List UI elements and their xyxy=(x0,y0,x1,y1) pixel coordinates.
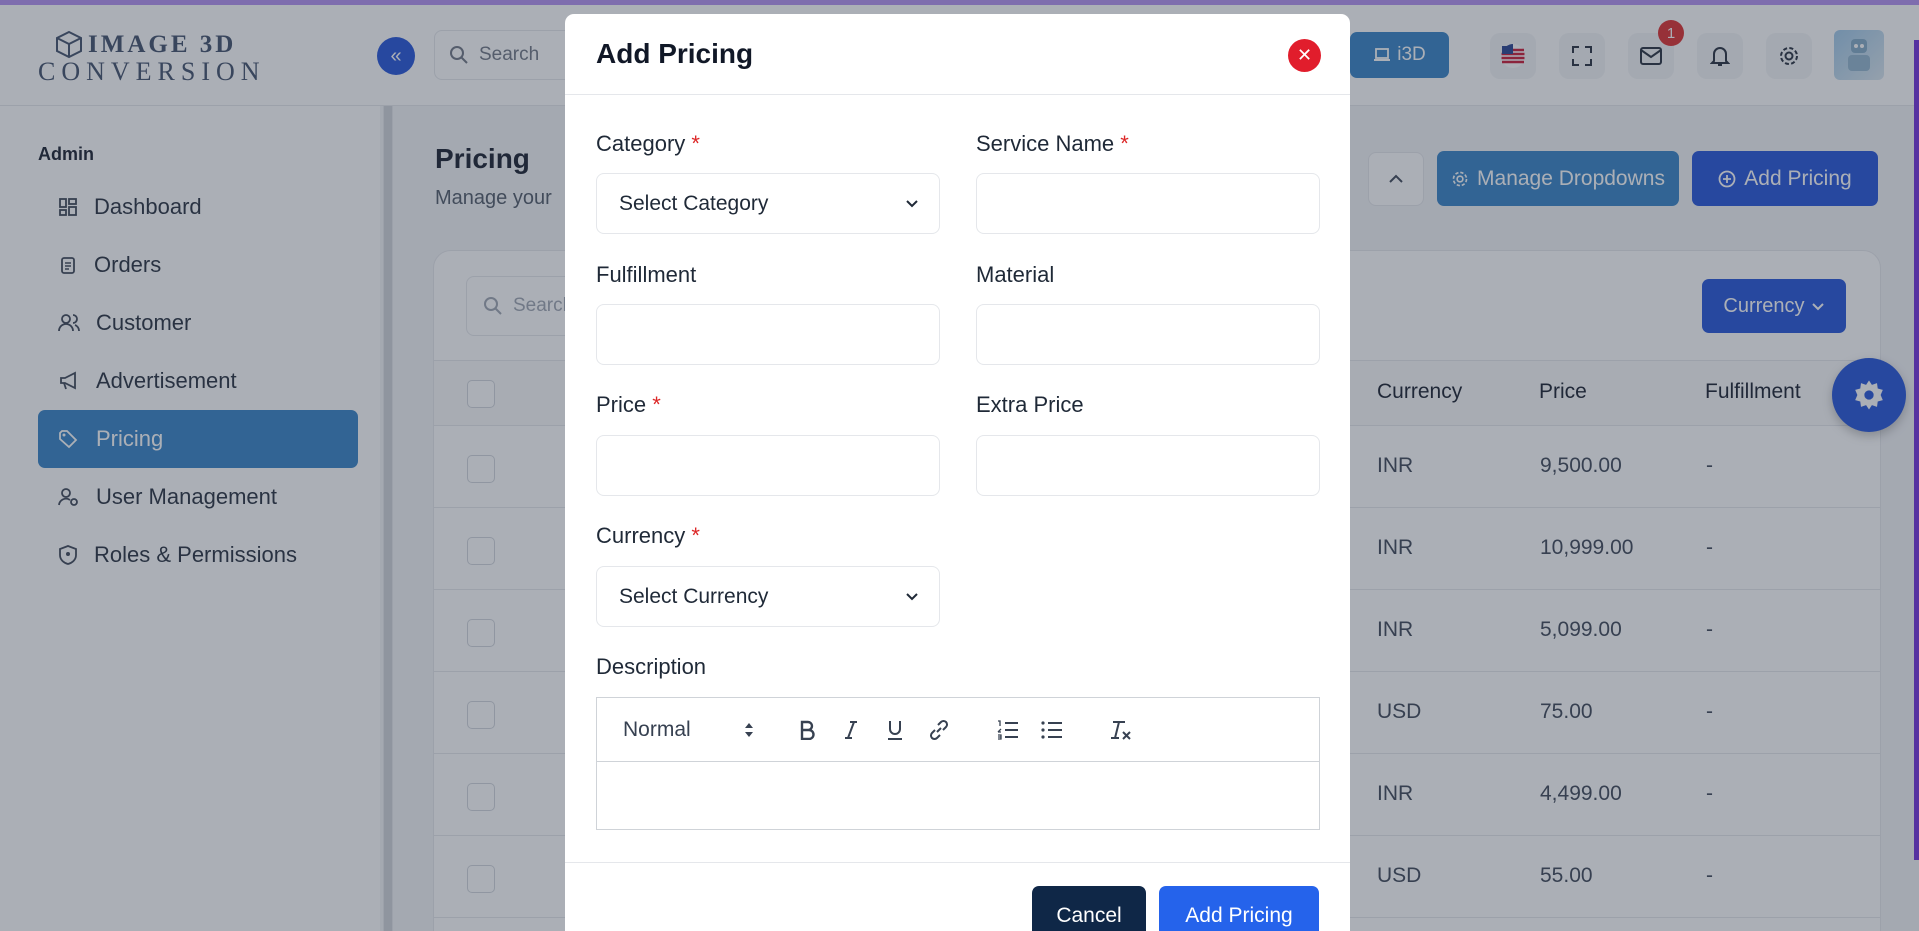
chevron-down-icon xyxy=(906,593,918,601)
description-label: Description xyxy=(596,654,706,680)
bullet-list-icon xyxy=(1041,721,1062,739)
material-input[interactable] xyxy=(976,304,1320,365)
modal-close-button[interactable]: ✕ xyxy=(1288,39,1321,72)
submit-add-pricing-button[interactable]: Add Pricing xyxy=(1159,886,1319,931)
fulfillment-label: Fulfillment xyxy=(596,262,696,288)
material-label: Material xyxy=(976,262,1054,288)
currency-select-value: Select Currency xyxy=(619,584,769,608)
ordered-list-icon xyxy=(997,720,1018,740)
price-input[interactable] xyxy=(596,435,940,496)
add-pricing-modal: Add Pricing ✕ Category * Select Category… xyxy=(565,14,1350,931)
category-label: Category * xyxy=(596,131,700,157)
currency-select[interactable]: Select Currency xyxy=(596,566,940,627)
fulfillment-input[interactable] xyxy=(596,304,940,365)
modal-title: Add Pricing xyxy=(596,38,754,69)
updown-arrows-icon[interactable] xyxy=(742,719,756,741)
category-label-text: Category xyxy=(596,131,686,156)
required-mark: * xyxy=(691,131,700,156)
bold-icon xyxy=(800,720,815,740)
editor-toolbar: Normal xyxy=(597,698,1319,762)
extra-price-input[interactable] xyxy=(976,435,1320,496)
format-select[interactable]: Normal xyxy=(623,718,691,742)
service-name-label: Service Name * xyxy=(976,131,1129,157)
description-editor: Normal xyxy=(596,697,1320,830)
chevron-down-icon xyxy=(906,200,918,208)
required-mark: * xyxy=(652,392,661,417)
underline-button[interactable] xyxy=(881,716,909,744)
service-name-input[interactable] xyxy=(976,173,1320,234)
bullet-list-button[interactable] xyxy=(1038,716,1066,744)
category-select[interactable]: Select Category xyxy=(596,173,940,234)
fulfillment-label-text: Fulfillment xyxy=(596,262,697,287)
category-select-value: Select Category xyxy=(619,191,769,215)
required-mark: * xyxy=(1120,131,1129,156)
bold-button[interactable] xyxy=(793,716,821,744)
clear-format-button[interactable] xyxy=(1107,716,1135,744)
currency-label-text: Currency xyxy=(596,523,686,548)
material-label-text: Material xyxy=(976,262,1055,287)
required-mark: * xyxy=(691,523,700,548)
extra-price-label: Extra Price xyxy=(976,392,1084,418)
close-icon: ✕ xyxy=(1296,45,1313,65)
currency-label: Currency * xyxy=(596,523,700,549)
underline-icon xyxy=(888,721,902,740)
modal-header: Add Pricing ✕ xyxy=(565,14,1350,95)
italic-button[interactable] xyxy=(837,716,865,744)
price-label: Price * xyxy=(596,392,661,418)
description-label-text: Description xyxy=(596,654,707,679)
ordered-list-button[interactable] xyxy=(994,716,1022,744)
link-icon xyxy=(929,719,949,741)
italic-icon xyxy=(845,721,857,739)
service-name-label-text: Service Name xyxy=(976,131,1115,156)
clear-format-icon xyxy=(1111,721,1131,740)
link-button[interactable] xyxy=(925,716,953,744)
price-label-text: Price xyxy=(596,392,647,417)
extra-price-label-text: Extra Price xyxy=(976,392,1084,417)
cancel-button[interactable]: Cancel xyxy=(1032,886,1146,931)
